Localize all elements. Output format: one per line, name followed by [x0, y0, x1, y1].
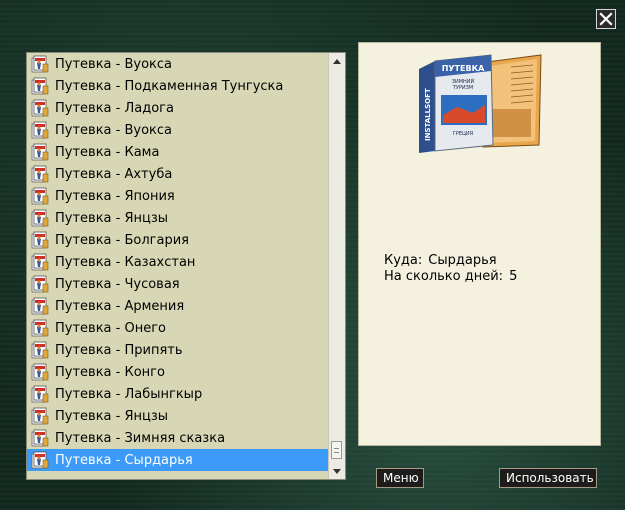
detail-panel: ПУТЕВКА ЗИМНИЙ ТУРИЗМ ГРЕЦИЯ INSTALLSOFT… — [358, 42, 601, 446]
list-item[interactable]: Путевка - Онего — [27, 317, 328, 339]
days-label: На сколько дней: — [384, 269, 504, 284]
scroll-down-arrow-icon[interactable] — [329, 463, 345, 479]
list-item[interactable]: Путевка - Чусовая — [27, 273, 328, 295]
list-item-label: Путевка - Болгария — [55, 232, 189, 248]
travel-ticket-icon — [31, 363, 49, 381]
trip-details: Куда: Сырдарья На сколько дней: 5 — [384, 253, 517, 285]
product-box-image: ПУТЕВКА ЗИМНИЙ ТУРИЗМ ГРЕЦИЯ INSTALLSOFT — [419, 54, 542, 153]
list-item[interactable]: Путевка - Янцзы — [27, 207, 328, 229]
list-item-label: Путевка - Вуокса — [55, 122, 173, 138]
list-item[interactable]: Путевка - Припять — [27, 339, 328, 361]
travel-ticket-icon — [31, 275, 49, 293]
list-item-label: Путевка - Подкаменная Тунгуска — [55, 78, 284, 94]
list-item-label: Путевка - Ахтуба — [55, 166, 173, 182]
list-item[interactable]: Путевка - Вуокса — [27, 119, 328, 141]
travel-ticket-icon — [31, 429, 49, 447]
list-item[interactable]: Путевка - Зимняя сказка — [27, 427, 328, 449]
product-box: ПУТЕВКА ЗИМНИЙ ТУРИЗМ ГРЕЦИЯ INSTALLSOFT — [419, 54, 494, 153]
list-item[interactable]: Путевка - Казахстан — [27, 251, 328, 273]
travel-ticket-icon — [31, 341, 49, 359]
days-line: На сколько дней: 5 — [384, 269, 517, 285]
list-item-label: Путевка - Сырдарья — [55, 452, 193, 468]
destination-label: Куда: — [384, 253, 423, 268]
list-item-label: Путевка - Онего — [55, 320, 166, 336]
travel-ticket-icon — [31, 319, 49, 337]
travel-ticket-icon — [31, 385, 49, 403]
list-item[interactable]: Путевка - Янцзы — [27, 405, 328, 427]
list-item-label: Путевка - Вуокса — [55, 56, 173, 72]
list-item[interactable]: Путевка - Армения — [27, 295, 328, 317]
list-item[interactable]: Путевка - Конго — [27, 361, 328, 383]
list-item-label: Путевка - Янцзы — [55, 210, 169, 226]
travel-ticket-icon — [31, 165, 49, 183]
travel-ticket-icon — [31, 297, 49, 315]
list-item-label: Путевка - Ладога — [55, 100, 174, 116]
svg-text:ГРЕЦИЯ: ГРЕЦИЯ — [453, 131, 473, 137]
travel-list[interactable]: Путевка - Вуокса Путевка - Подкаменная Ту… — [27, 53, 328, 471]
destination-line: Куда: Сырдарья — [384, 253, 517, 269]
travel-ticket-icon — [31, 231, 49, 249]
travel-ticket-icon — [31, 143, 49, 161]
list-item-label: Путевка - Припять — [55, 342, 183, 358]
travel-ticket-icon — [31, 187, 49, 205]
list-item-label: Путевка - Конго — [55, 364, 165, 380]
list-item[interactable]: Путевка - Ахтуба — [27, 163, 328, 185]
close-button[interactable] — [596, 9, 616, 29]
travel-ticket-icon — [31, 253, 49, 271]
list-item-label: Путевка - Кама — [55, 144, 160, 160]
list-item-label: Путевка - Лабынгкыр — [55, 386, 203, 402]
list-item-label: Путевка - Зимняя сказка — [55, 430, 226, 446]
svg-text:ТУРИЗМ: ТУРИЗМ — [452, 85, 473, 91]
list-item[interactable]: Путевка - Сырдарья — [27, 449, 328, 471]
list-item[interactable]: Путевка - Ладога — [27, 97, 328, 119]
list-item[interactable]: Путевка - Япония — [27, 185, 328, 207]
svg-text:ПУТЕВКА: ПУТЕВКА — [442, 64, 485, 73]
scrollbar-thumb[interactable] — [331, 441, 342, 459]
list-item[interactable]: Путевка - Кама — [27, 141, 328, 163]
use-button[interactable]: Использовать — [499, 468, 597, 488]
travel-ticket-icon — [31, 55, 49, 73]
svg-text:ЗИМНИЙ: ЗИМНИЙ — [452, 78, 475, 85]
travel-ticket-icon — [31, 121, 49, 139]
travel-ticket-icon — [31, 407, 49, 425]
close-icon — [599, 12, 613, 26]
list-scrollbar[interactable] — [328, 53, 345, 479]
svg-text:INSTALLSOFT: INSTALLSOFT — [424, 88, 432, 141]
list-item-label: Путевка - Чусовая — [55, 276, 180, 292]
travel-ticket-icon — [31, 451, 49, 469]
travel-ticket-icon — [31, 99, 49, 117]
travel-list-panel: Путевка - Вуокса Путевка - Подкаменная Ту… — [26, 52, 346, 480]
scroll-up-arrow-icon[interactable] — [329, 53, 345, 69]
list-item[interactable]: Путевка - Вуокса — [27, 53, 328, 75]
list-item[interactable]: Путевка - Лабынгкыр — [27, 383, 328, 405]
destination-value: Сырдарья — [428, 253, 497, 268]
list-item-label: Путевка - Казахстан — [55, 254, 196, 270]
list-item-label: Путевка - Япония — [55, 188, 175, 204]
list-item-label: Путевка - Армения — [55, 298, 185, 314]
list-item[interactable]: Путевка - Подкаменная Тунгуска — [27, 75, 328, 97]
travel-ticket-icon — [31, 209, 49, 227]
days-value: 5 — [509, 269, 518, 284]
travel-ticket-icon — [31, 77, 49, 95]
list-item[interactable]: Путевка - Болгария — [27, 229, 328, 251]
list-item-label: Путевка - Янцзы — [55, 408, 169, 424]
menu-button[interactable]: Меню — [376, 468, 424, 488]
